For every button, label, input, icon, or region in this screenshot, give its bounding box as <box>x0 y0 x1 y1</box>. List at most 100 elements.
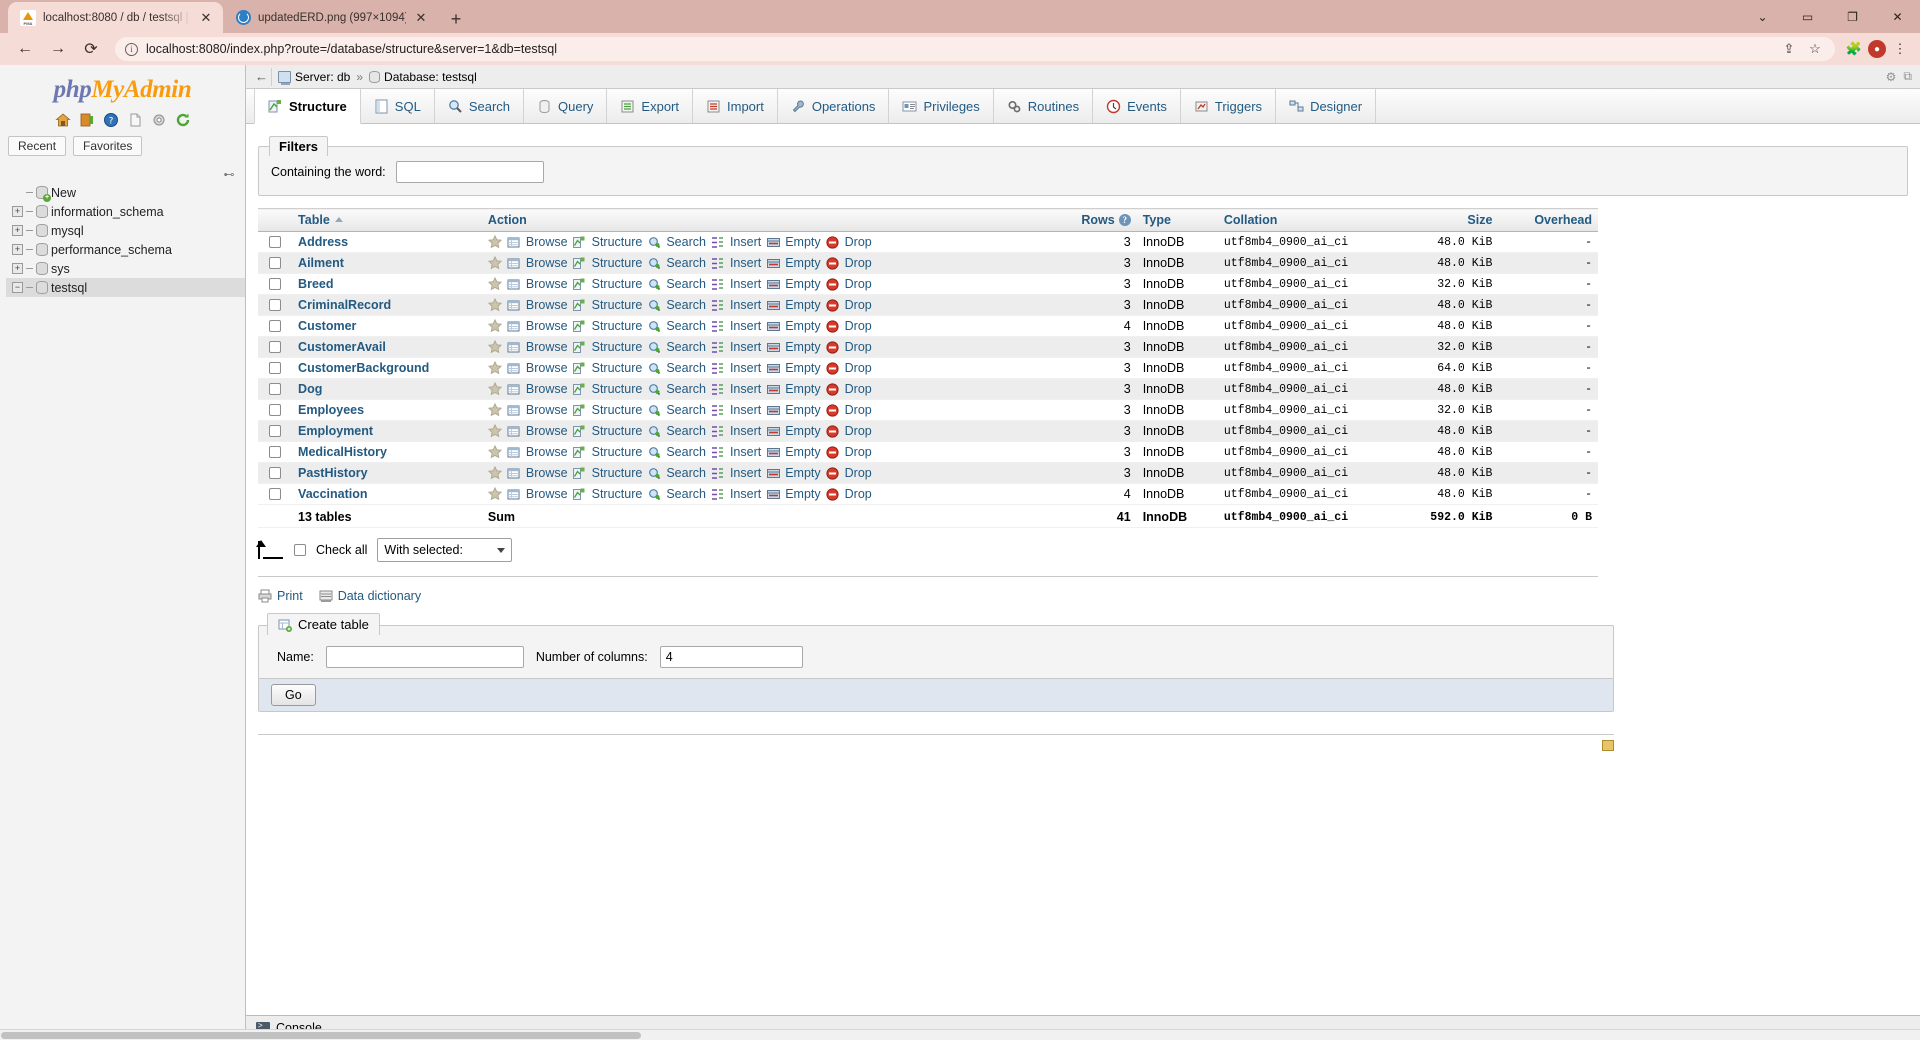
insert-link[interactable]: Insert <box>730 361 761 375</box>
expand-icon[interactable]: + <box>12 263 23 274</box>
row-select-cell[interactable] <box>258 252 293 274</box>
structure-link[interactable]: Structure <box>592 424 643 438</box>
tab-events[interactable]: Events <box>1093 89 1181 123</box>
insert-icon[interactable] <box>711 235 725 249</box>
favorite-star-icon[interactable] <box>487 277 502 291</box>
recent-button[interactable]: Recent <box>8 136 67 156</box>
structure-icon[interactable] <box>573 319 587 333</box>
table-name-cell[interactable]: MedicalHistory <box>292 441 482 463</box>
empty-link[interactable]: Empty <box>785 340 820 354</box>
drop-link[interactable]: Drop <box>845 277 872 291</box>
collapse-sidebar-icon[interactable]: ⊷ <box>221 167 237 181</box>
drop-icon[interactable] <box>826 424 840 438</box>
empty-link[interactable]: Empty <box>785 403 820 417</box>
insert-icon[interactable] <box>711 277 725 291</box>
server-exit-icon[interactable] <box>78 111 95 128</box>
favorite-star-icon[interactable] <box>487 361 502 375</box>
search-icon[interactable] <box>647 340 661 354</box>
tab-triggers[interactable]: Triggers <box>1181 89 1277 123</box>
row-checkbox[interactable] <box>269 467 282 479</box>
drop-link[interactable]: Drop <box>845 424 872 438</box>
table-name-cell[interactable]: Breed <box>292 273 482 295</box>
favorite-star-icon[interactable] <box>487 424 502 438</box>
browse-link[interactable]: Browse <box>526 466 568 480</box>
row-checkbox[interactable] <box>269 236 282 248</box>
favorite-star-icon[interactable] <box>487 382 502 396</box>
search-icon[interactable] <box>647 277 661 291</box>
browse-icon[interactable] <box>507 403 521 417</box>
search-link[interactable]: Search <box>666 403 706 417</box>
insert-icon[interactable] <box>711 382 725 396</box>
rows-header[interactable]: Rows? <box>1055 208 1137 232</box>
drop-icon[interactable] <box>826 361 840 375</box>
structure-link[interactable]: Structure <box>592 361 643 375</box>
tab-export[interactable]: Export <box>607 89 693 123</box>
search-icon[interactable] <box>647 319 661 333</box>
insert-icon[interactable] <box>711 403 725 417</box>
containing-word-input[interactable] <box>395 161 544 183</box>
empty-icon[interactable] <box>766 298 780 312</box>
row-select-cell[interactable] <box>258 483 293 505</box>
search-link[interactable]: Search <box>666 319 706 333</box>
drop-link[interactable]: Drop <box>845 466 872 480</box>
empty-icon[interactable] <box>766 487 780 501</box>
drop-link[interactable]: Drop <box>845 403 872 417</box>
expand-icon[interactable]: + <box>12 225 23 236</box>
search-icon[interactable] <box>647 256 661 270</box>
row-select-cell[interactable] <box>258 273 293 295</box>
structure-link[interactable]: Structure <box>592 319 643 333</box>
row-checkbox[interactable] <box>269 404 282 416</box>
structure-link[interactable]: Structure <box>592 277 643 291</box>
insert-link[interactable]: Insert <box>730 487 761 501</box>
insert-icon[interactable] <box>711 466 725 480</box>
empty-link[interactable]: Empty <box>785 256 820 270</box>
empty-link[interactable]: Empty <box>785 319 820 333</box>
tab-search[interactable]: Search <box>435 89 525 123</box>
browse-link[interactable]: Browse <box>526 361 568 375</box>
empty-icon[interactable] <box>766 382 780 396</box>
scrollbar-thumb[interactable] <box>1 1032 641 1039</box>
table-name-cell[interactable]: Ailment <box>292 252 482 274</box>
drop-link[interactable]: Drop <box>845 445 872 459</box>
insert-icon[interactable] <box>711 487 725 501</box>
empty-link[interactable]: Empty <box>785 235 820 249</box>
window-popout-icon[interactable]: ⧉ <box>1903 69 1912 84</box>
settings-gear-icon[interactable] <box>150 111 167 128</box>
breadcrumb-back-icon[interactable]: ← <box>254 67 272 86</box>
with-selected-dropdown[interactable]: With selected: <box>377 538 513 562</box>
tab-routines[interactable]: Routines <box>994 89 1094 123</box>
breadcrumb-server[interactable]: Server: db <box>278 70 350 85</box>
row-checkbox[interactable] <box>269 425 282 437</box>
row-checkbox[interactable] <box>269 488 282 500</box>
insert-link[interactable]: Insert <box>730 319 761 333</box>
empty-link[interactable]: Empty <box>785 424 820 438</box>
overhead-header[interactable]: Overhead <box>1498 208 1598 232</box>
browse-link[interactable]: Browse <box>526 445 568 459</box>
favorite-star-icon[interactable] <box>487 445 502 459</box>
empty-link[interactable]: Empty <box>785 361 820 375</box>
phpmyadmin-logo[interactable]: phpMyAdmin <box>0 65 245 108</box>
empty-icon[interactable] <box>766 466 780 480</box>
drop-link[interactable]: Drop <box>845 340 872 354</box>
table-name-cell[interactable]: PastHistory <box>292 462 482 484</box>
favorite-star-icon[interactable] <box>487 319 502 333</box>
structure-icon[interactable] <box>573 361 587 375</box>
search-link[interactable]: Search <box>666 235 706 249</box>
structure-icon[interactable] <box>573 403 587 417</box>
structure-link[interactable]: Structure <box>592 466 643 480</box>
help-icon[interactable]: ? <box>1118 214 1131 226</box>
table-name-cell[interactable]: Address <box>292 231 482 253</box>
structure-link[interactable]: Structure <box>592 235 643 249</box>
db-tree-item-performance-schema[interactable]: + performance_schema <box>6 240 245 259</box>
table-name-cell[interactable]: Vaccination <box>292 483 482 505</box>
drop-icon[interactable] <box>826 382 840 396</box>
structure-icon[interactable] <box>573 487 587 501</box>
browse-link[interactable]: Browse <box>526 340 568 354</box>
expand-icon[interactable]: + <box>12 244 23 255</box>
create-table-columns-input[interactable]: 4 <box>659 646 803 668</box>
browse-link[interactable]: Browse <box>526 424 568 438</box>
row-select-cell[interactable] <box>258 357 293 379</box>
browse-link[interactable]: Browse <box>526 256 568 270</box>
structure-icon[interactable] <box>573 382 587 396</box>
drop-icon[interactable] <box>826 235 840 249</box>
